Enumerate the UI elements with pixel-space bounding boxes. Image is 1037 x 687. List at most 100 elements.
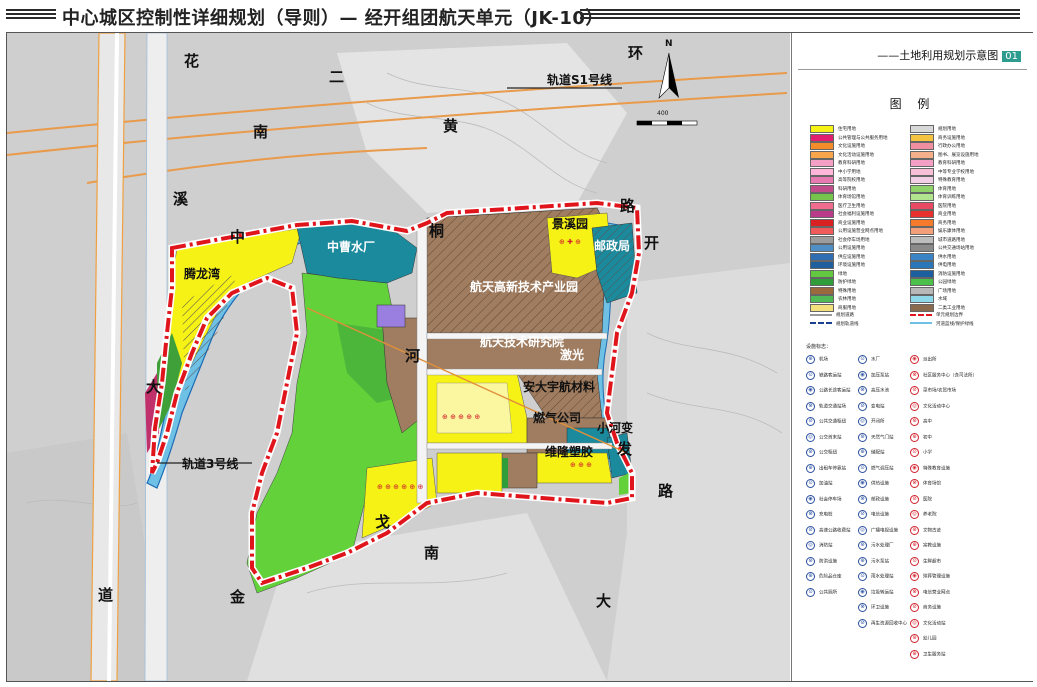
- land-use-name: 文化活动设施用地: [838, 152, 874, 158]
- facility-icon: ⊛: [858, 432, 867, 442]
- facility-name: 水厂: [871, 357, 880, 363]
- road-char-nan: 南: [253, 123, 269, 141]
- facility-name: 公共厕所: [819, 590, 837, 595]
- facility-legend-item: ⊗ 环卫设施: [858, 603, 889, 613]
- land-use-legend-item: 体育用地: [910, 184, 956, 193]
- facility-legend-item: ⊕ 出租车停靠站: [806, 463, 846, 474]
- facility-name: 公共交通枢纽: [819, 419, 846, 425]
- land-use-name: 医疗卫生用地: [838, 203, 865, 209]
- facility-legend-item: ⊘ 高速公路收费站: [806, 525, 851, 536]
- land-use-legend-item: 广场用地: [910, 286, 956, 295]
- facility-legend-item: ◎ 文化活动站: [910, 618, 946, 629]
- land-use-swatch: [910, 150, 934, 159]
- facility-legend-item: ⊘ 再生资源回收中心: [858, 618, 907, 629]
- land-use-swatch: [810, 218, 834, 227]
- land-use-legend-item: 文化设施用地: [810, 142, 865, 150]
- facility-name: 再生资源回收中心: [871, 621, 907, 626]
- land-use-swatch: [810, 252, 834, 261]
- facility-icon: ◉: [858, 479, 867, 488]
- land-use-name: 商服用地: [838, 305, 856, 311]
- facility-name: 燃气调压站: [871, 466, 894, 471]
- facility-legend-item: ⊛ 高中: [910, 417, 932, 427]
- line-legend-sample: [910, 313, 932, 316]
- land-use-name: 行政办公用地: [938, 144, 965, 149]
- page-title: 中心城区控制性详细规划（导则）— 经开组团航天单元（JK-10）: [62, 8, 604, 29]
- land-use-name: 教育科研用地: [838, 161, 865, 166]
- road-char-he: 河: [405, 347, 421, 365]
- facility-icon: ◎: [910, 618, 919, 628]
- facility-legend-item: ⊛ 防洪设施: [806, 556, 837, 567]
- land-use-legend-item: 农林用地: [810, 295, 856, 303]
- facility-name: 医院: [923, 497, 932, 502]
- facility-icon: ⊙: [806, 479, 815, 488]
- line-legend-sample: [910, 322, 932, 324]
- facility-name: 文物古迹: [923, 528, 941, 533]
- land-use-name: 中小学用地: [838, 169, 861, 175]
- facility-name: 高压水池: [871, 388, 889, 394]
- facility-legend-item: ⊕ 危险品仓库: [806, 572, 842, 582]
- land-use-swatch: [810, 193, 834, 201]
- facility-icon: ⊘: [858, 401, 867, 411]
- page-header: 中心城区控制性详细规划（导则）— 经开组团航天单元（JK-10）: [0, 0, 1037, 30]
- header-stripes-left: [6, 9, 56, 21]
- land-use-swatch: [810, 303, 834, 312]
- facility-name: 特殊教育设施: [923, 466, 950, 471]
- line-legend-item: 河道蓝线/保护绿线: [910, 321, 974, 329]
- land-use-name: 商务设施用地: [938, 135, 965, 141]
- land-use-swatch: [810, 125, 834, 133]
- facility-legend-item: ◉ 派出所: [910, 355, 937, 365]
- land-use-swatch: [810, 142, 834, 150]
- facility-icon: ⊕: [806, 572, 815, 581]
- facility-legend-item: ◎ 文化活动中心: [910, 401, 950, 412]
- facility-icon: ⊘: [858, 618, 867, 628]
- facility-name: 储配站: [871, 450, 885, 456]
- facility-icon: ⊙: [858, 463, 867, 473]
- land-use-legend-item: 商务用地: [910, 218, 956, 227]
- place-label-laser: 激光: [560, 348, 585, 362]
- road-char-tong: 桐: [429, 222, 445, 240]
- map-facility-icons-weilong: ⊕ ⊕ ⊕: [570, 461, 593, 469]
- facility-legend-item: ⊙ 公共厕所: [806, 587, 837, 598]
- road-char-lu-se: 路: [658, 482, 674, 500]
- facility-legend-item: ⊕ 机场: [806, 355, 828, 365]
- land-use-swatch: [810, 150, 834, 159]
- land-use-swatch: [810, 261, 834, 269]
- facility-icon: ◎: [858, 417, 867, 426]
- land-use-name: 二类工业用地: [938, 305, 965, 311]
- scale-label: 400: [657, 110, 669, 117]
- facility-legend-item: ◎ 开闭所: [858, 417, 885, 427]
- facility-name: 公交枢纽: [819, 450, 837, 456]
- facility-name: 体育场馆: [923, 481, 941, 487]
- facility-icon: ⊘: [910, 386, 919, 395]
- facility-name: 社区服务中心（含司法所）: [923, 373, 977, 378]
- facility-icon: ⊗: [806, 510, 815, 519]
- facility-icon: ⊗: [858, 494, 867, 504]
- land-use-swatch: [810, 167, 834, 176]
- land-use-legend-item: 特殊用地: [810, 286, 856, 295]
- land-use-name: 公共管理与公共服务用地: [838, 135, 888, 141]
- facility-name: 垃圾转运站: [871, 590, 894, 595]
- facility-icon: ⊛: [910, 525, 919, 535]
- place-label-post-office: 邮政局: [594, 239, 631, 253]
- land-use-map[interactable]: 花 南 溪 大 道 二 环 路 黄 河 开 发 大 中 桐 金 戈 南 路 轨道…: [7, 33, 790, 681]
- facility-name: 公交首末站: [819, 435, 842, 440]
- purple-facility: [376, 304, 406, 328]
- map-svg: [7, 33, 790, 681]
- facility-name: 商务设施: [923, 605, 941, 611]
- land-use-name: 科研用地: [838, 186, 856, 192]
- legend-title-text: ——土地利用规划示意图: [877, 49, 999, 62]
- road-char-huan: 环: [628, 44, 644, 62]
- land-use-name: 绿地: [838, 271, 847, 277]
- land-use-legend-item: 城市道路用地: [910, 235, 965, 244]
- land-use-legend-item: 公园绿地: [910, 278, 956, 286]
- facility-icon: ⊕: [806, 355, 815, 364]
- facility-name: 电信设施: [871, 512, 889, 518]
- road-char-hua: 花: [184, 52, 200, 70]
- facility-icon: ◉: [806, 494, 815, 504]
- land-use-name: 社会停车场用地: [838, 237, 870, 243]
- facility-icon: ⊛: [806, 448, 815, 457]
- place-label-aerospace-park: 航天高新技术产业园: [470, 280, 579, 294]
- land-use-swatch: [910, 235, 934, 244]
- land-use-name: 高等院校用地: [838, 178, 865, 183]
- facility-legend-item: ⊛ 污水处理厂: [858, 541, 894, 551]
